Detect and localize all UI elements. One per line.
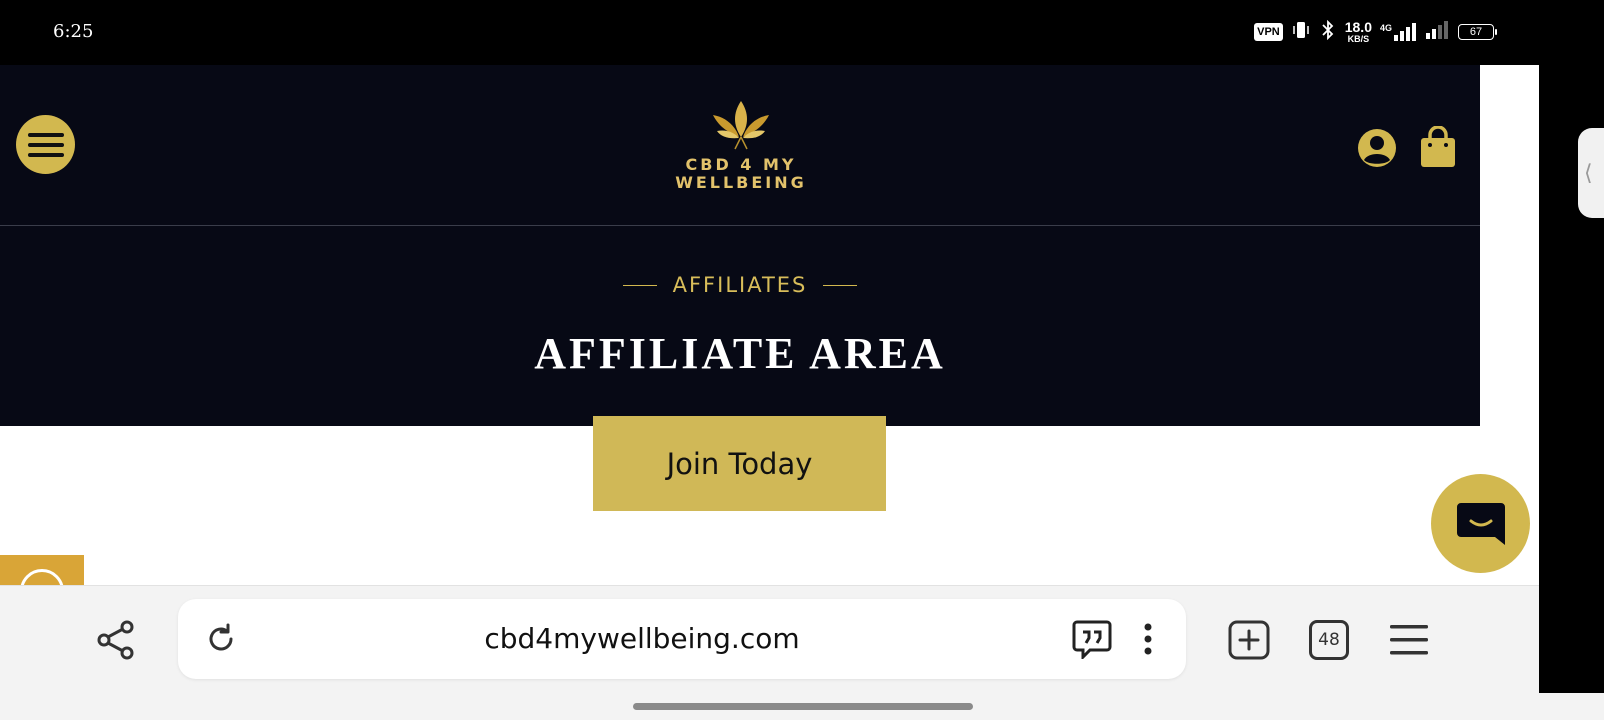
status-bar: 6:25 VPN 18.0 KB/S 4G 67 bbox=[0, 0, 1604, 65]
accessibility-icon bbox=[20, 569, 64, 585]
reload-button[interactable] bbox=[203, 621, 239, 657]
browser-menu-button[interactable] bbox=[1388, 622, 1430, 658]
eyebrow-label: AFFILIATES bbox=[672, 273, 808, 297]
signal-2-icon bbox=[1426, 20, 1450, 44]
url-text[interactable]: cbd4mywellbeing.com bbox=[258, 599, 1026, 679]
battery-icon: 67 bbox=[1458, 24, 1497, 40]
divider bbox=[622, 284, 657, 286]
status-icons: VPN 18.0 KB/S 4G 67 bbox=[1254, 19, 1497, 45]
more-vertical-icon bbox=[1144, 623, 1152, 655]
hero-eyebrow: AFFILIATES bbox=[0, 273, 1480, 297]
logo-line-1: CBD 4 MY bbox=[685, 155, 797, 174]
account-button[interactable] bbox=[1357, 128, 1397, 168]
leaf-logo-icon bbox=[713, 101, 769, 150]
quote-icon bbox=[1072, 620, 1112, 661]
accessibility-button[interactable] bbox=[0, 555, 84, 585]
vibrate-icon bbox=[1291, 20, 1311, 45]
tab-count: 48 bbox=[1318, 630, 1340, 650]
reload-icon bbox=[209, 623, 233, 651]
web-page: CBD 4 MY WELLBEING AFFILIATES AFFILIATE … bbox=[0, 65, 1539, 585]
address-bar[interactable]: cbd4mywellbeing.com bbox=[178, 599, 1186, 679]
home-indicator[interactable] bbox=[633, 703, 973, 710]
new-tab-icon bbox=[1228, 620, 1270, 660]
side-panel-handle[interactable]: ⟨ bbox=[1578, 128, 1604, 218]
new-tab-button[interactable] bbox=[1228, 620, 1270, 660]
menu-icon bbox=[27, 132, 64, 157]
chat-button[interactable] bbox=[1431, 474, 1530, 573]
share-button[interactable] bbox=[95, 619, 137, 661]
account-icon bbox=[1358, 129, 1396, 167]
hamburger-menu-icon bbox=[1390, 625, 1428, 655]
status-time: 6:25 bbox=[53, 21, 94, 42]
reader-quote-button[interactable] bbox=[1072, 619, 1112, 661]
join-today-button[interactable]: Join Today bbox=[593, 416, 886, 511]
system-navigation bbox=[0, 693, 1604, 720]
share-icon bbox=[97, 620, 134, 660]
site-logo[interactable]: CBD 4 MY WELLBEING bbox=[670, 97, 812, 192]
chat-icon bbox=[1456, 502, 1505, 545]
site-header: CBD 4 MY WELLBEING bbox=[0, 65, 1480, 226]
browser-toolbar: cbd4mywellbeing.com 48 bbox=[0, 585, 1539, 693]
tabs-button[interactable]: 48 bbox=[1309, 620, 1349, 660]
divider bbox=[823, 284, 858, 286]
vpn-badge: VPN bbox=[1254, 23, 1283, 41]
logo-line-2: WELLBEING bbox=[675, 173, 807, 192]
page-title: AFFILIATE AREA bbox=[534, 329, 946, 378]
shopping-bag-icon bbox=[1421, 125, 1455, 167]
menu-button[interactable] bbox=[16, 115, 75, 174]
bluetooth-icon bbox=[1319, 19, 1337, 45]
signal-icon: 4G bbox=[1380, 23, 1418, 41]
more-options-button[interactable] bbox=[1136, 619, 1160, 659]
cart-button[interactable] bbox=[1419, 125, 1457, 168]
hero-section: AFFILIATES AFFILIATE AREA bbox=[0, 226, 1480, 426]
network-speed: 18.0 KB/S bbox=[1344, 19, 1372, 44]
